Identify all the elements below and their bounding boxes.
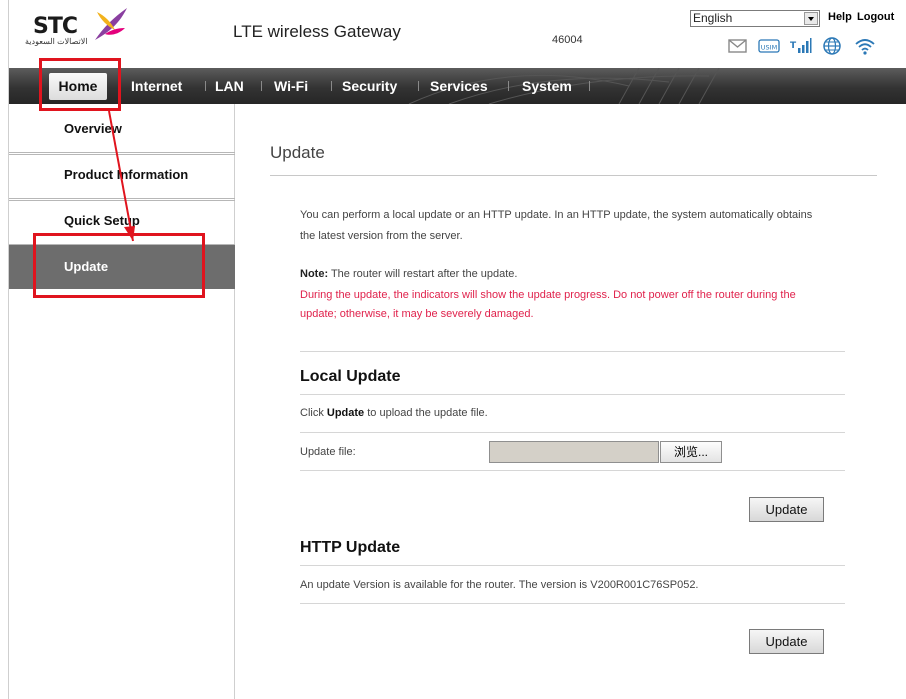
- sidebar-item-overview[interactable]: Overview: [9, 107, 235, 151]
- chevron-down-icon[interactable]: [804, 12, 818, 25]
- wifi-icon: [855, 39, 875, 55]
- tab-internet[interactable]: Internet: [131, 68, 182, 104]
- instruction-bold: Update: [326, 407, 365, 419]
- tab-security[interactable]: Security: [342, 68, 397, 104]
- intro-text-line-1: You can perform a local update or an HTT…: [300, 209, 813, 221]
- tab-wifi[interactable]: Wi-Fi: [274, 68, 308, 104]
- usim-icon: USIM: [758, 39, 780, 53]
- nav-separator: [261, 81, 262, 91]
- http-update-message: An update Version is available for the r…: [300, 579, 699, 591]
- logo-text: STC: [33, 14, 78, 39]
- mail-icon[interactable]: [727, 36, 749, 56]
- section-divider: [300, 603, 845, 604]
- logout-link[interactable]: Logout: [857, 11, 894, 23]
- tab-lan[interactable]: LAN: [215, 68, 244, 104]
- network-code: 46004: [552, 34, 583, 46]
- instruction-post: to upload the update file.: [364, 407, 488, 419]
- section-divider: [300, 351, 845, 352]
- section-divider: [300, 470, 845, 471]
- tab-system[interactable]: System: [522, 68, 572, 104]
- globe-icon: [823, 37, 841, 55]
- help-link[interactable]: Help: [828, 11, 852, 23]
- section-divider: [300, 394, 845, 395]
- stc-logo: STC الاتصالات السعودية: [23, 8, 133, 52]
- note-text: Note: The router will restart after the …: [300, 268, 517, 280]
- sidebar-item-product-information[interactable]: Product Information: [9, 153, 235, 197]
- language-select[interactable]: English: [690, 10, 820, 27]
- highlight-box-update: [33, 233, 205, 298]
- local-update-button[interactable]: Update: [749, 497, 824, 522]
- http-update-heading: HTTP Update: [300, 539, 401, 556]
- nav-separator: [508, 81, 509, 91]
- note-body: The router will restart after the update…: [328, 268, 518, 280]
- signal-icon: T: [790, 38, 812, 53]
- nav-separator: [418, 81, 419, 91]
- warning-text-line-1: During the update, the indicators will s…: [300, 289, 796, 301]
- http-update-button[interactable]: Update: [749, 629, 824, 654]
- title-divider: [270, 175, 877, 176]
- usim-icon-text: USIM: [761, 44, 777, 52]
- update-file-input[interactable]: [489, 441, 659, 463]
- nav-separator: [331, 81, 332, 91]
- sidebar: Overview Product Information Quick Setup…: [9, 104, 235, 699]
- language-selected-value: English: [693, 11, 733, 25]
- highlight-box-home: [39, 58, 121, 111]
- note-label: Note:: [300, 268, 329, 280]
- browse-button[interactable]: 浏览...: [660, 441, 722, 463]
- main-nav-bar: Home Internet LAN Wi-Fi Security Service…: [9, 68, 906, 104]
- update-file-label: Update file:: [300, 446, 356, 458]
- section-divider: [300, 432, 845, 433]
- logo-arabic-text: الاتصالات السعودية: [25, 37, 88, 46]
- router-web-page: STC الاتصالات السعودية LTE wireless Gate…: [8, 0, 906, 699]
- app-title: LTE wireless Gateway: [233, 22, 401, 41]
- instruction-pre: Click: [300, 407, 327, 419]
- intro-text-line-2: the latest version from the server.: [300, 230, 463, 242]
- warning-text-line-2: update; otherwise, it may be severely da…: [300, 308, 534, 320]
- tab-services[interactable]: Services: [430, 68, 488, 104]
- nav-separator: [589, 81, 590, 91]
- section-divider: [300, 565, 845, 566]
- logo-mark-icon: [95, 8, 127, 40]
- nav-separator: [205, 81, 206, 91]
- svg-text:T: T: [790, 41, 797, 51]
- page-title: Update: [270, 143, 325, 162]
- header: STC الاتصالات السعودية LTE wireless Gate…: [9, 0, 906, 62]
- local-update-heading: Local Update: [300, 368, 401, 385]
- local-update-instruction: Click Update to upload the update file.: [300, 407, 488, 419]
